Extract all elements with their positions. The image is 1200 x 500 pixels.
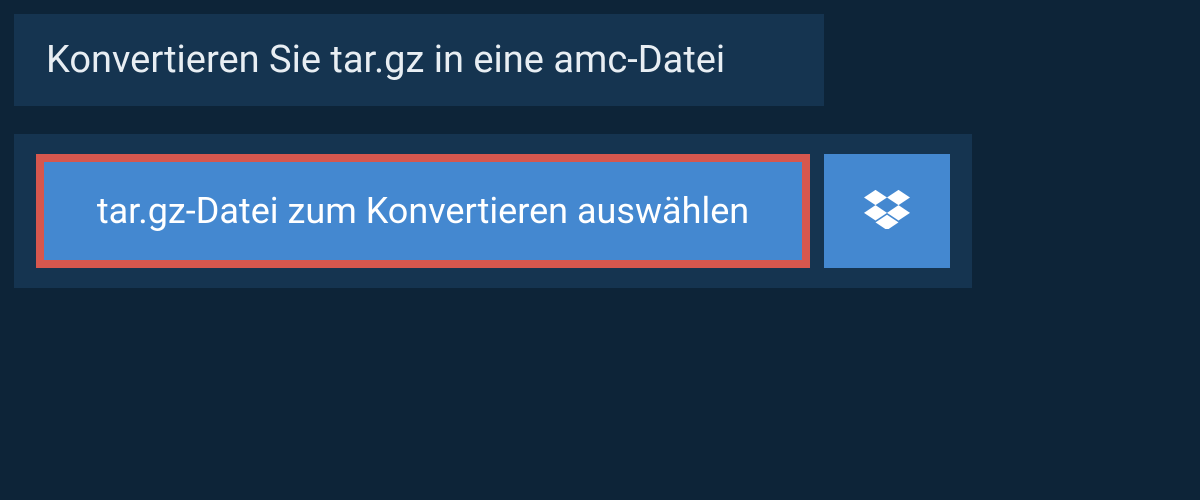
upload-panel: tar.gz-Datei zum Konvertieren auswählen: [14, 134, 972, 288]
page-title: Konvertieren Sie tar.gz in eine amc-Date…: [46, 38, 792, 82]
select-file-button[interactable]: tar.gz-Datei zum Konvertieren auswählen: [36, 154, 810, 268]
dropbox-button[interactable]: [824, 154, 950, 268]
select-file-label: tar.gz-Datei zum Konvertieren auswählen: [97, 190, 749, 232]
header-bar: Konvertieren Sie tar.gz in eine amc-Date…: [14, 14, 824, 106]
dropbox-icon: [864, 189, 910, 233]
page-container: Konvertieren Sie tar.gz in eine amc-Date…: [0, 0, 1200, 288]
